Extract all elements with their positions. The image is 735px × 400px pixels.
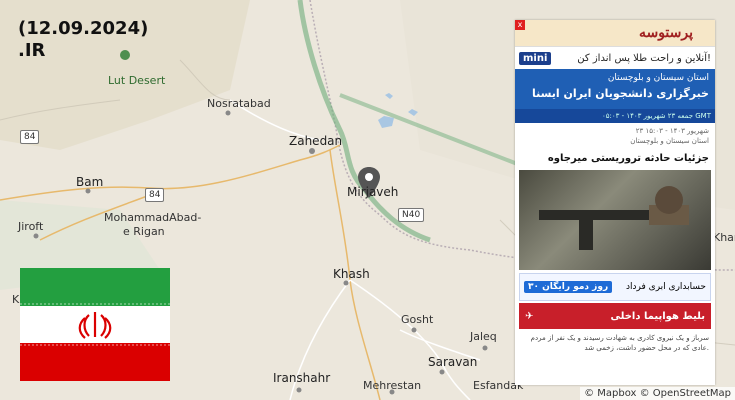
news-screenshot-panel: x پرستوسه mini آنلاین و راحت طلا پس اندا…	[515, 20, 715, 385]
place-khar: Khar	[713, 231, 735, 244]
place-mirjaveh: Mirjaveh	[347, 185, 399, 199]
place-nosratabad: Nosratabad	[207, 97, 271, 110]
ad-accounting-badge: ۳۰ روز دمو رایگان	[524, 281, 613, 293]
title-domain: .IR	[18, 40, 46, 61]
title-date: (12.09.2024)	[18, 18, 149, 39]
ad-flight[interactable]: ✈ بلیط هواپیما داخلی	[519, 303, 711, 329]
article-date: ۲۳ شهریور ۱۴۰۳ - ۱۵:۰۳	[635, 127, 709, 135]
road-shield-n40: N40	[398, 208, 425, 222]
place-mehrestan: Mehrestan	[363, 379, 422, 392]
place-mohammadabad: MohammadAbad-	[104, 211, 202, 224]
article-body: سرباز و یک نیروی کادری به شهادت رسیدند و…	[530, 334, 709, 352]
place-jaleq: Jaleq	[470, 330, 497, 343]
map-attribution[interactable]: © Mapbox © OpenStreetMap	[580, 387, 735, 400]
article-headline[interactable]: جزئیات حادثه تروریستی میرجاوه	[515, 149, 715, 168]
rifle-image	[539, 186, 689, 250]
place-bam: Bam	[76, 175, 104, 189]
article-meta: ۲۳ شهریور ۱۴۰۳ - ۱۵:۰۳ استان سیستان و بل…	[515, 123, 715, 149]
place-zahedan: Zahedan	[289, 134, 343, 148]
agency-header: استان سیستان و بلوچستان خبرگزاری دانشجوی…	[515, 69, 715, 109]
news-site-name: پرستوسه	[515, 20, 715, 46]
place-saravan: Saravan	[428, 355, 478, 369]
place-iranshahr: Iranshahr	[273, 371, 331, 385]
ad-flight-text: بلیط هواپیما داخلی	[610, 310, 705, 322]
ad-banner-mini[interactable]: mini آنلاین و راحت طلا پس انداز کن!	[515, 46, 715, 69]
province-label: استان سیستان و بلوچستان	[607, 73, 709, 83]
place-lut-desert: Lut Desert	[108, 74, 166, 87]
ad-text: آنلاین و راحت طلا پس انداز کن!	[577, 52, 711, 64]
airplane-icon: ✈	[525, 310, 534, 322]
close-icon[interactable]: x	[515, 20, 525, 30]
iran-flag	[20, 268, 170, 381]
ad-brand: mini	[519, 51, 552, 65]
road-shield-84b: 84	[145, 188, 165, 202]
page-title: (12.09.2024) .IR	[18, 18, 148, 62]
agency-name: خبرگزاری دانشجویان ایران ایسنا	[531, 87, 709, 100]
place-jiroft: Jiroft	[18, 220, 44, 233]
place-k: K	[12, 293, 20, 306]
place-khash: Khash	[333, 267, 370, 281]
article-province: استان سیستان و بلوچستان	[630, 137, 709, 145]
place-mohammadabad-2: e Rigan	[123, 225, 165, 238]
article-photo	[519, 170, 711, 270]
road-shield-84a: 84	[20, 130, 40, 144]
ad-accounting-text: حسابداری ابری فرداد	[626, 282, 706, 292]
place-gosht: Gosht	[401, 313, 434, 326]
ad-accounting[interactable]: ۳۰ روز دمو رایگان حسابداری ابری فرداد	[519, 273, 711, 301]
date-bar: جمعه ۲۳ شهریور ۱۴۰۳ - ۰۵:۰۳ GMT	[515, 109, 715, 123]
